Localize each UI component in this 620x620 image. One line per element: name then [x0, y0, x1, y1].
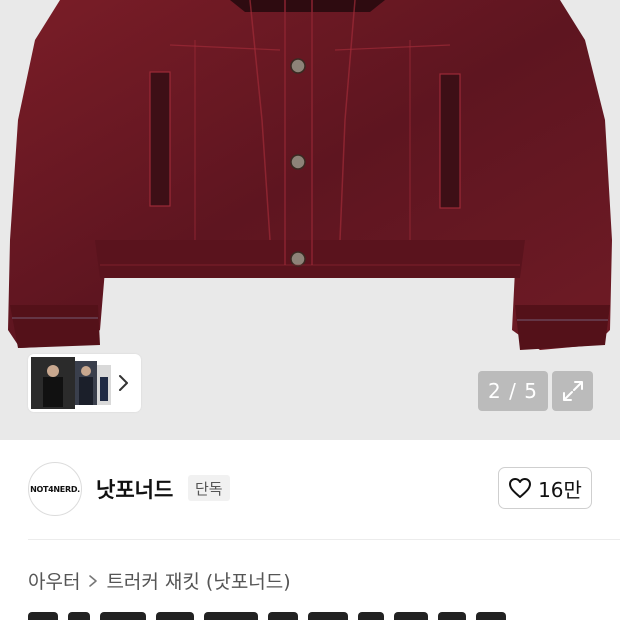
expand-button[interactable]	[552, 371, 593, 411]
breadcrumb: 아우터 트러커 재킷 (낫포너드)	[28, 567, 291, 594]
chevron-right-icon	[89, 574, 98, 587]
brand-logo-text: NOT4NERD.	[30, 484, 80, 494]
like-count: 16만	[538, 477, 582, 502]
chevron-right-icon[interactable]	[117, 372, 131, 394]
divider	[28, 539, 620, 540]
brand-name[interactable]: 낫포너드	[96, 474, 173, 504]
heart-icon	[509, 478, 532, 498]
breadcrumb-subcategory[interactable]: 트러커 재킷 (낫포너드)	[106, 567, 290, 594]
like-button[interactable]: 16만	[498, 467, 592, 509]
image-counter: 2 / 5	[478, 371, 548, 411]
product-title-cropped	[28, 612, 592, 620]
exclusive-badge: 단독	[188, 475, 230, 501]
thumbnail-images[interactable]	[31, 357, 111, 409]
product-image-gallery[interactable]: 2 / 5	[0, 0, 620, 440]
thumbnail-preview	[31, 357, 111, 409]
brand-logo[interactable]: NOT4NERD.	[28, 462, 82, 516]
breadcrumb-category[interactable]: 아우터	[28, 567, 80, 594]
seller-row: NOT4NERD. 낫포너드 단독 16만	[0, 440, 620, 540]
expand-icon	[562, 381, 583, 401]
thumbnail-strip[interactable]	[28, 354, 141, 412]
